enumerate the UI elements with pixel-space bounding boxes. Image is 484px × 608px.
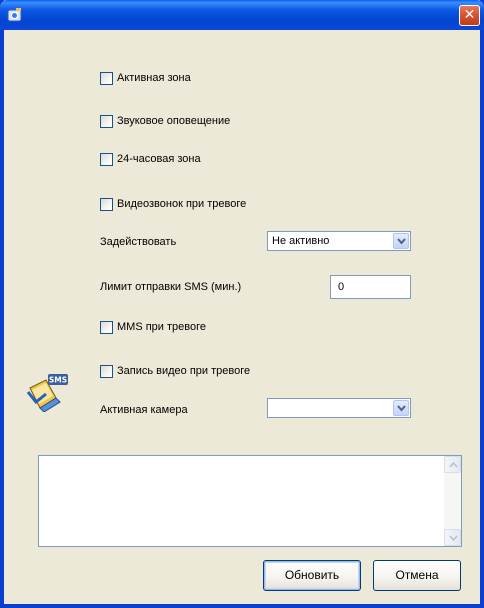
- camera-select[interactable]: [267, 398, 411, 418]
- zone-24h-checkbox[interactable]: [100, 152, 113, 166]
- update-button[interactable]: Обновить: [263, 560, 361, 591]
- sms-limit-input[interactable]: 0: [330, 275, 411, 299]
- cancel-button[interactable]: Отмена: [373, 560, 461, 591]
- chevron-down-icon: [397, 238, 406, 245]
- active-zone-checkbox[interactable]: [100, 71, 113, 85]
- video-call-label: Видеозвонок при тревоге: [117, 198, 247, 210]
- chevron-down-icon: [397, 405, 406, 412]
- sound-alert-checkbox-row[interactable]: Звуковое оповещение: [100, 113, 230, 129]
- scroll-up-button[interactable]: [444, 456, 461, 473]
- dialog-content: Активная зона Звуковое оповещение 24-час…: [4, 30, 480, 604]
- record-video-label: Запись видео при тревоге: [117, 365, 251, 377]
- activate-label: Задействовать: [100, 236, 177, 248]
- chevron-down-icon: [449, 535, 458, 541]
- sound-alert-checkbox[interactable]: [100, 114, 113, 128]
- activate-dropdown-button[interactable]: [393, 233, 409, 249]
- record-video-checkbox-row[interactable]: Запись видео при тревоге: [100, 363, 250, 379]
- title-bar[interactable]: ✕: [0, 0, 484, 30]
- sound-alert-label: Звуковое оповещение: [117, 115, 231, 127]
- activate-select-value: Не активно: [272, 235, 330, 247]
- dialog-window: ✕ Активная зона Звуковое оповещение 24-ч…: [0, 0, 484, 608]
- video-call-checkbox-row[interactable]: Видеозвонок при тревоге: [100, 196, 246, 212]
- active-zone-checkbox-row[interactable]: Активная зона: [100, 70, 191, 86]
- scroll-down-button[interactable]: [444, 529, 461, 546]
- sms-icon: SMS: [26, 374, 68, 412]
- active-zone-label: Активная зона: [117, 72, 191, 84]
- mms-label: MMS при тревоге: [117, 321, 206, 333]
- chevron-up-icon: [449, 462, 458, 468]
- app-icon: [7, 8, 22, 22]
- activate-select[interactable]: Не активно: [267, 231, 411, 251]
- record-video-checkbox[interactable]: [100, 364, 113, 378]
- close-button[interactable]: ✕: [459, 5, 480, 26]
- sms-badge-text: SMS: [49, 376, 67, 385]
- sms-limit-value: 0: [338, 281, 345, 293]
- vertical-scrollbar[interactable]: [444, 456, 461, 546]
- camera-label: Активная камера: [100, 404, 188, 416]
- mms-checkbox-row[interactable]: MMS при тревоге: [100, 319, 206, 335]
- message-textarea[interactable]: [38, 455, 462, 547]
- mms-checkbox[interactable]: [100, 320, 113, 334]
- sms-limit-label: Лимит отправки SMS (мин.): [100, 281, 242, 293]
- zone-24h-checkbox-row[interactable]: 24-часовая зона: [100, 151, 201, 167]
- video-call-checkbox[interactable]: [100, 197, 113, 211]
- camera-dropdown-button[interactable]: [393, 400, 409, 416]
- zone-24h-label: 24-часовая зона: [117, 153, 201, 165]
